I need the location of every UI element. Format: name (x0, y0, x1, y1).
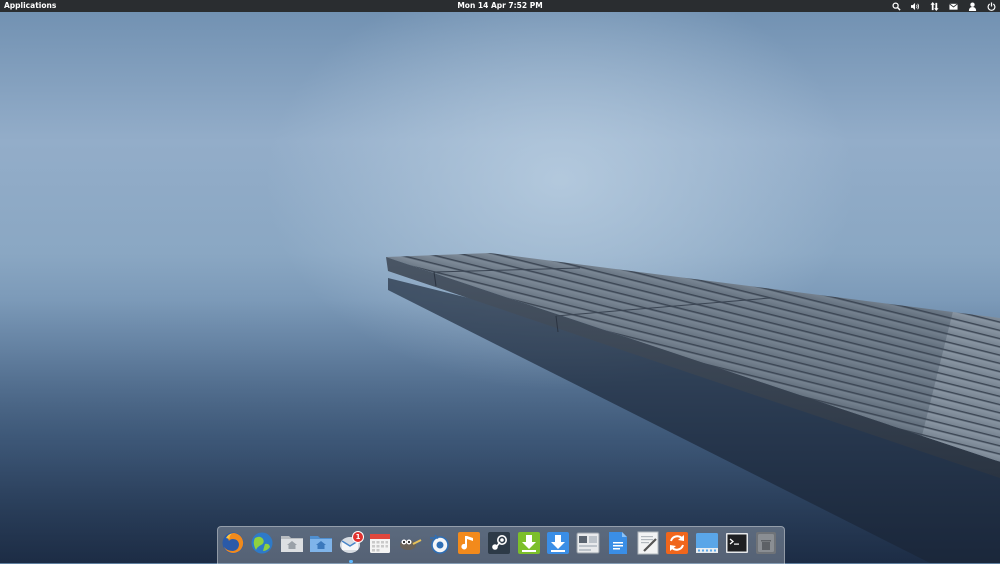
indicator-area (891, 0, 996, 12)
music-icon[interactable] (457, 531, 481, 555)
search-icon[interactable] (891, 1, 901, 11)
top-panel: Applications Mon 14 Apr 7:52 PM (0, 0, 1000, 12)
midori-icon[interactable] (250, 531, 274, 555)
text-editor-icon[interactable] (636, 531, 660, 555)
firefox-icon[interactable] (221, 531, 245, 555)
volume-icon[interactable] (910, 1, 920, 11)
wooden-pier-image (386, 253, 1000, 563)
gimp-icon[interactable] (398, 531, 422, 555)
download-blue-icon[interactable] (546, 531, 570, 555)
document-icon[interactable] (606, 531, 630, 555)
trash-icon[interactable] (754, 531, 778, 555)
applications-menu-button[interactable]: Applications (4, 0, 56, 12)
download-green-icon[interactable] (517, 531, 541, 555)
desktop-icon[interactable] (695, 531, 719, 555)
network-icon[interactable] (929, 1, 939, 11)
blender-icon[interactable] (427, 531, 451, 555)
terminal-icon[interactable] (725, 531, 749, 555)
desktop-wallpaper (0, 0, 1000, 563)
update-icon[interactable] (665, 531, 689, 555)
clock-datetime[interactable]: Mon 14 Apr 7:52 PM (457, 1, 542, 10)
steam-icon[interactable] (487, 531, 511, 555)
user-icon[interactable] (967, 1, 977, 11)
settings-icon[interactable] (576, 531, 600, 555)
power-icon[interactable] (986, 1, 996, 11)
unread-count-badge: 1 (353, 532, 363, 542)
calendar-icon[interactable] (368, 531, 392, 555)
folder-icon[interactable] (309, 531, 333, 555)
messages-icon[interactable] (948, 1, 958, 11)
home-folder-icon[interactable] (280, 531, 304, 555)
